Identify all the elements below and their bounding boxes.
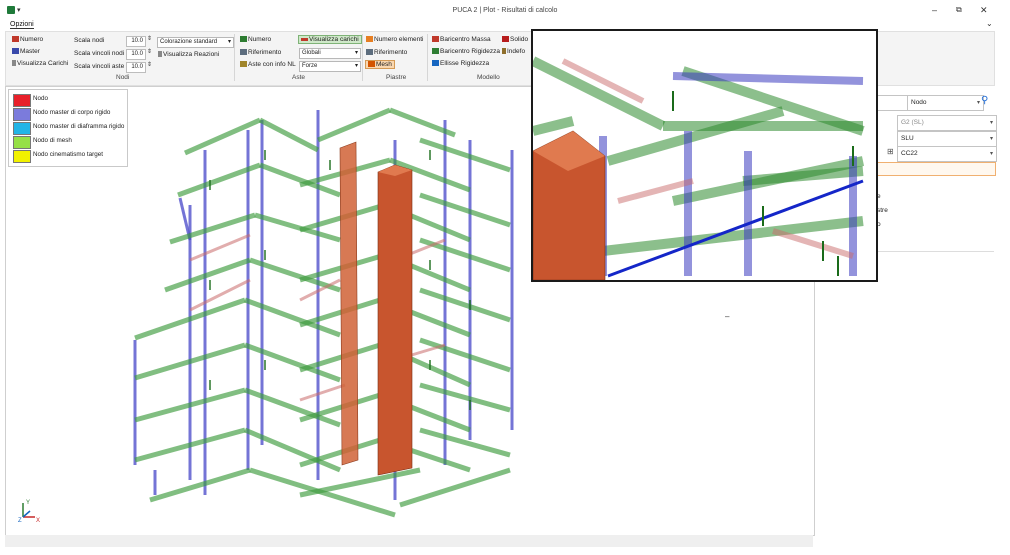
legend-panel: Nodo Nodo master di corpo rigido Nodo ma… xyxy=(8,89,128,167)
chevron-down-icon: ▾ xyxy=(989,151,993,157)
zoom-inset xyxy=(531,29,878,282)
chevron-down-icon: ▾ xyxy=(976,100,980,106)
axis-triad-icon: Y X Z xyxy=(18,500,40,523)
zoom-detail-drawing xyxy=(533,31,876,280)
panel-divider xyxy=(875,251,994,252)
legend-swatch-nodo xyxy=(13,94,31,107)
legend-swatch-master-corpo xyxy=(13,108,31,121)
chevron-down-icon: ▾ xyxy=(989,120,993,126)
cursor-mark: – xyxy=(725,312,730,321)
legend-label-cinematismo: Nodo cinematismo target xyxy=(33,151,103,158)
building-frame xyxy=(133,107,514,518)
legend-swatch-cinematismo xyxy=(13,150,31,163)
axis-z-label: Z xyxy=(18,518,22,523)
legend-label-master-corpo: Nodo master di corpo rigido xyxy=(33,109,111,116)
legend-label-nodo: Nodo xyxy=(33,95,49,102)
legend-label-nodo-mesh: Nodo di mesh xyxy=(33,137,72,144)
axis-x-label: X xyxy=(36,518,40,523)
combo-select-2[interactable]: SLU ▾ xyxy=(897,131,997,147)
chevron-down-icon: ▾ xyxy=(989,136,993,142)
legend-label-master-diaframma: Nodo master di diaframma rigido xyxy=(33,123,125,130)
highlight-field[interactable] xyxy=(875,162,996,176)
axis-y-label: Y xyxy=(26,500,30,506)
grid-icon: ⊞ xyxy=(887,147,894,156)
combo-select-3[interactable]: CC22 ▾ xyxy=(897,146,997,162)
legend-swatch-nodo-mesh xyxy=(13,136,31,149)
legend-swatch-master-diaframma xyxy=(13,122,31,135)
inset-wall xyxy=(533,130,606,280)
element-type-select[interactable]: Nodo ▾ xyxy=(907,95,984,111)
partial-row-2: stre xyxy=(877,207,888,214)
search-icon[interactable]: ⚲ xyxy=(981,95,988,106)
shear-walls xyxy=(339,141,413,476)
search-input[interactable] xyxy=(875,95,908,111)
combo-select-1[interactable]: G2 (SL) ▾ xyxy=(897,115,997,131)
